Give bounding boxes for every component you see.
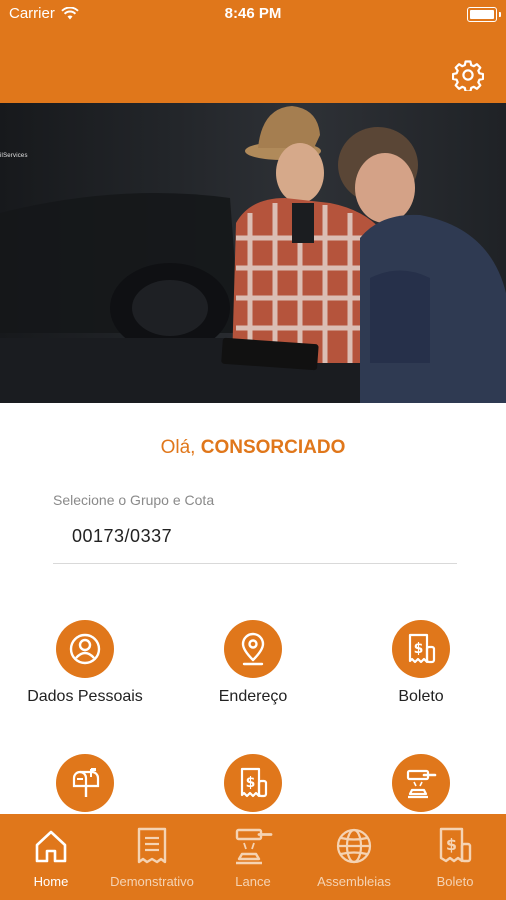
menu-icon-circle: $ bbox=[392, 620, 450, 678]
tab-label: Home bbox=[33, 874, 69, 889]
menu-item-endereco[interactable]: Endereço bbox=[173, 620, 333, 706]
tab-assembleias[interactable]: Assembleias bbox=[304, 826, 404, 889]
menu-icon-circle bbox=[224, 620, 282, 678]
tab-label: Assembleias bbox=[317, 874, 391, 889]
menu-item-correspondencia[interactable] bbox=[5, 754, 165, 822]
person-icon bbox=[69, 633, 101, 665]
tab-label: Boleto bbox=[436, 874, 474, 889]
status-bar: Carrier 8:46 PM bbox=[0, 0, 506, 28]
home-icon bbox=[35, 830, 67, 863]
battery-icon bbox=[467, 7, 501, 22]
menu-item-dados-pessoais[interactable]: Dados Pessoais bbox=[5, 620, 165, 706]
app-header: Carrier 8:46 PM bbox=[0, 0, 506, 103]
gear-icon[interactable] bbox=[452, 59, 484, 91]
tab-label: Lance bbox=[235, 874, 271, 889]
tab-boleto[interactable]: $ Boleto bbox=[405, 826, 505, 889]
svg-text:$: $ bbox=[414, 641, 424, 657]
menu-icon-circle: $ bbox=[224, 754, 282, 812]
mailbox-icon bbox=[72, 768, 100, 797]
group-select-label: Selecione o Grupo e Cota bbox=[53, 492, 215, 508]
tab-lance[interactable]: Lance bbox=[203, 826, 303, 889]
menu-icon-circle bbox=[392, 754, 450, 812]
svg-text:$: $ bbox=[446, 835, 457, 854]
bottom-tab-bar: Home Demonstrativo Lance Assembleias $ B… bbox=[0, 814, 506, 900]
menu-item-pagamento[interactable]: $ bbox=[173, 754, 333, 822]
banner-photo bbox=[0, 106, 506, 403]
tab-home[interactable]: Home bbox=[1, 826, 101, 889]
receipt-icon bbox=[137, 827, 167, 864]
greeting: Olá, CONSORCIADO bbox=[0, 437, 506, 459]
menu-item-label: Endereço bbox=[218, 688, 288, 705]
hero-banner: ilServices bbox=[0, 103, 506, 403]
tab-label: Demonstrativo bbox=[110, 874, 194, 889]
greeting-name: CONSORCIADO bbox=[200, 437, 346, 458]
location-pin-icon bbox=[241, 632, 265, 666]
dollar-document-icon: $ bbox=[240, 767, 268, 798]
menu-item-boleto[interactable]: $ Boleto bbox=[341, 620, 501, 706]
gavel-icon bbox=[235, 828, 273, 865]
menu-icon-circle bbox=[56, 754, 114, 812]
menu-icon-circle bbox=[56, 620, 114, 678]
greeting-prefix: Olá, bbox=[160, 437, 196, 458]
svg-text:$: $ bbox=[246, 775, 256, 791]
dollar-receipt-icon: $ bbox=[408, 633, 436, 664]
menu-item-lance[interactable] bbox=[341, 754, 501, 822]
menu-item-label: Dados Pessoais bbox=[27, 688, 143, 705]
group-select-underline bbox=[53, 563, 457, 564]
menu-item-label: Boleto bbox=[398, 688, 444, 705]
tab-demonstrativo[interactable]: Demonstrativo bbox=[102, 826, 202, 889]
gavel-icon bbox=[406, 769, 437, 799]
globe-icon bbox=[336, 828, 372, 864]
group-select-field[interactable]: 00173/0337 bbox=[72, 526, 172, 547]
dollar-receipt-icon: $ bbox=[439, 827, 472, 863]
status-time: 8:46 PM bbox=[224, 5, 282, 22]
